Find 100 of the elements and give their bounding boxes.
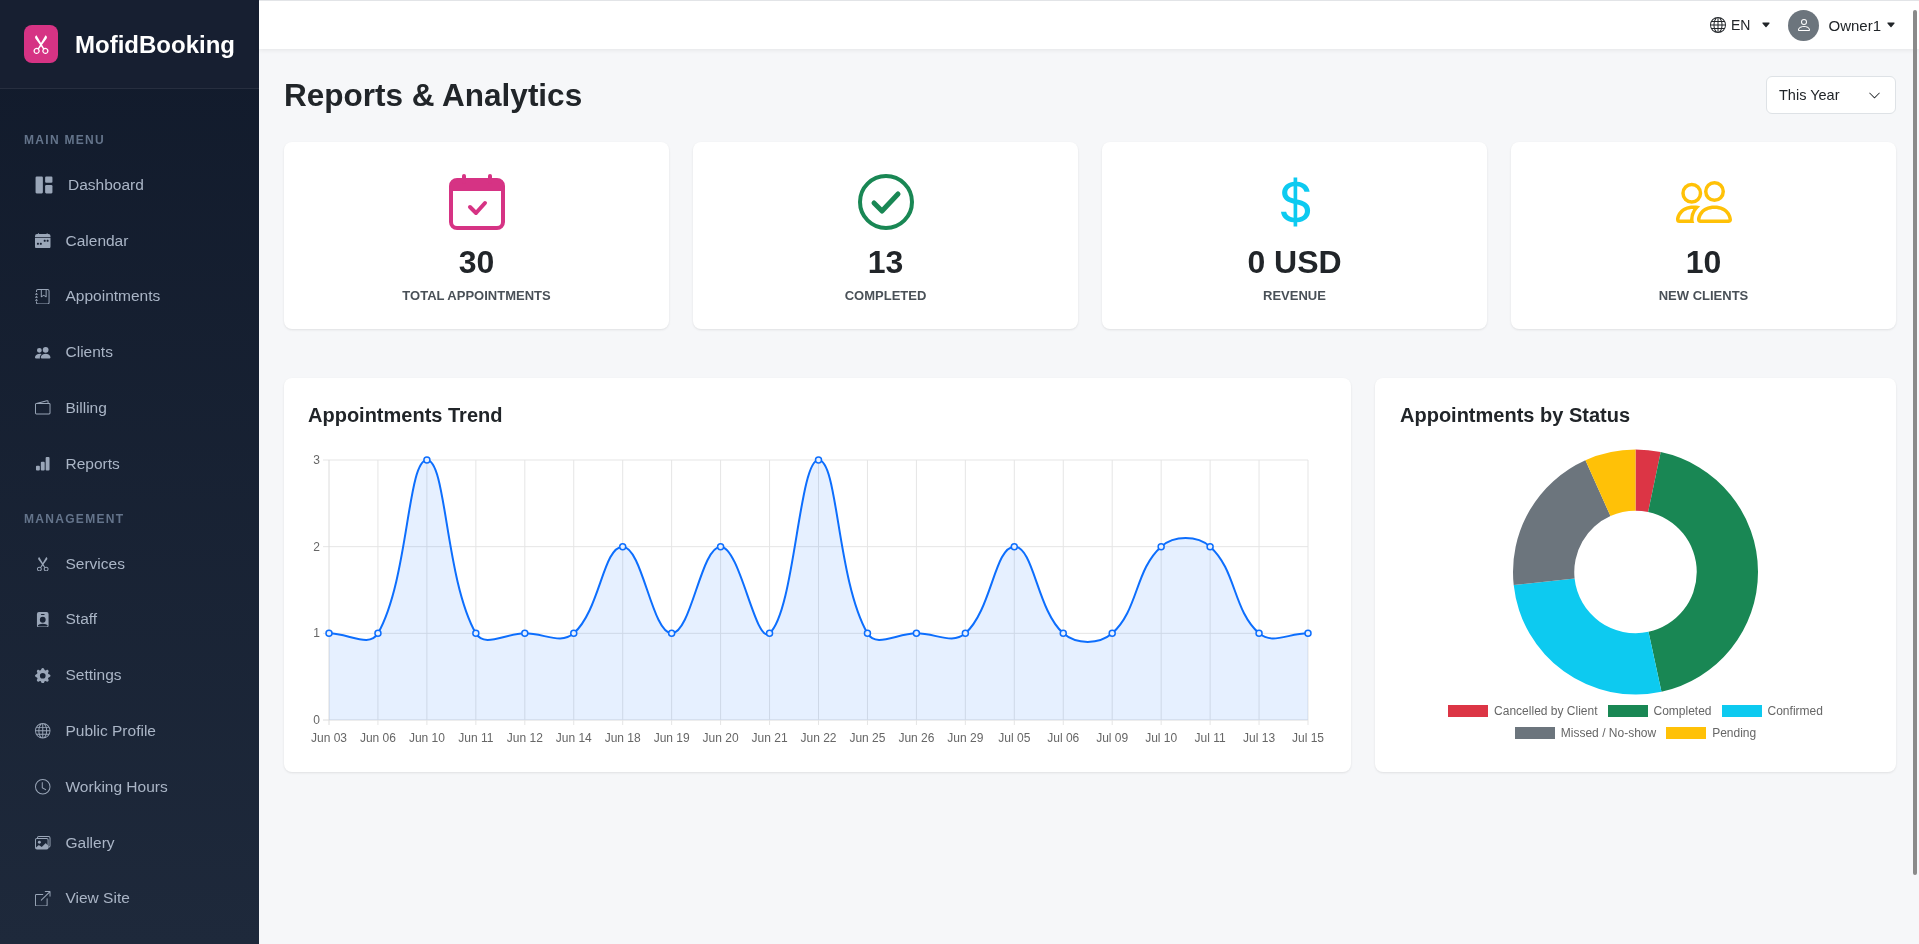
x-axis-tick-label: Jun 19 [653, 731, 690, 745]
legend-label: Missed / No-show [1560, 726, 1657, 740]
x-axis-tick-label: Jun 12 [506, 731, 543, 745]
data-point [814, 456, 823, 464]
language-dropdown[interactable]: EN [1710, 17, 1772, 33]
period-select[interactable]: This Year [1766, 76, 1896, 114]
sidebar-menu-item[interactable]: View Site [10, 870, 249, 927]
data-point [521, 629, 529, 638]
stat-value: 10 [1685, 243, 1722, 282]
legend-label: Cancelled by Client [1494, 704, 1598, 718]
x-axis-tick-label: Jul 05 [998, 731, 1031, 745]
x-axis-tick-label: Jul 11 [1194, 731, 1226, 745]
x-axis-tick-label: Jun 18 [604, 731, 641, 745]
data-point [1010, 542, 1019, 551]
sidebar-menu-item[interactable]: Gallery [10, 814, 249, 871]
sidebar-menu-item[interactable]: Billing [10, 380, 249, 436]
x-axis-tick-label: Jun 26 [898, 731, 935, 745]
user-menu[interactable]: Owner1 [1788, 9, 1896, 41]
x-axis-tick-label: Jun 21 [751, 731, 788, 745]
data-point [325, 629, 333, 638]
data-point [374, 629, 382, 638]
sidebar-menu-item[interactable]: Dashboard [10, 157, 249, 213]
y-axis-tick-label: 0 [313, 713, 320, 727]
scissors-icon [35, 555, 51, 572]
user-avatar-icon [1788, 9, 1820, 41]
scrollbar-thumb[interactable] [1913, 10, 1917, 875]
page-title: Reports & Analytics [284, 76, 583, 114]
x-axis-tick-label: Jul 06 [1047, 731, 1080, 745]
x-axis-tick-label: Jun 10 [408, 731, 445, 745]
clock-icon [35, 779, 51, 795]
menu-section-heading: MAIN MENU [23, 133, 107, 147]
y-axis-tick-label: 1 [313, 626, 320, 641]
stat-label: REVENUE [1263, 288, 1326, 304]
menu-section-heading: MANAGEMENT [23, 511, 126, 526]
x-axis-tick-label: Jul 10 [1145, 731, 1178, 745]
stat-value: 30 [458, 243, 495, 282]
check-circle-icon [857, 174, 914, 230]
sidebar-menu-item[interactable]: Appointments [10, 268, 249, 325]
data-point [1059, 629, 1067, 638]
sidebar-menu-item[interactable]: Staff [10, 591, 249, 648]
legend-label: Confirmed [1767, 704, 1823, 718]
stat-value: 0 USD [1247, 243, 1342, 282]
data-point [765, 629, 774, 638]
bar-chart-icon [35, 456, 51, 472]
data-point [667, 629, 676, 638]
x-axis-tick-label: Jun 25 [849, 731, 886, 745]
x-axis-tick-label: Jun 20 [702, 731, 739, 745]
x-axis-tick-label: Jun 22 [800, 731, 837, 745]
stat-label: COMPLETED [844, 288, 927, 304]
calendar-check-icon [448, 174, 505, 230]
people-icon [35, 344, 51, 361]
external-link-icon [35, 890, 51, 907]
data-point [570, 629, 578, 638]
sidebar-menu-item[interactable]: Working Hours [10, 758, 249, 815]
sidebar-menu-item[interactable]: Reports [10, 436, 249, 492]
caret-icon [1886, 20, 1896, 30]
y-axis-tick-label: 2 [313, 539, 320, 554]
x-axis-tick-label: Jul 15 [1292, 731, 1324, 745]
data-point [1304, 629, 1312, 638]
x-axis-tick-label: Jun 11 [458, 731, 494, 745]
data-point [863, 629, 872, 638]
id-badge-icon [35, 611, 51, 628]
legend-label: Pending [1712, 726, 1757, 740]
sidebar-menu-item[interactable]: Calendar [10, 212, 249, 269]
x-axis-tick-label: Jun 06 [359, 731, 396, 745]
x-axis-tick-label: Jun 29 [947, 731, 984, 745]
y-axis-tick-label: 3 [313, 453, 320, 467]
notebook-icon [35, 288, 51, 305]
settings-icon [35, 667, 51, 683]
x-axis-tick-label: Jun 03 [311, 731, 347, 745]
data-point [423, 456, 431, 464]
data-point [961, 629, 970, 638]
stat-value: 13 [867, 243, 904, 282]
caret-icon [1761, 20, 1772, 30]
scissors-logo-icon [24, 24, 59, 63]
x-axis-tick-label: Jul 09 [1096, 731, 1129, 745]
data-point [1255, 629, 1263, 638]
x-axis-tick-label: Jul 13 [1243, 731, 1276, 745]
stat-label: TOTAL APPOINTMENTS [402, 288, 551, 304]
calendar-icon [35, 232, 51, 249]
data-point [1206, 542, 1214, 551]
legend-label: Completed [1653, 704, 1712, 718]
globe-icon [35, 723, 51, 739]
data-point [912, 629, 921, 638]
chart-title: Appointments by Status [1400, 403, 1631, 427]
wallet-icon [35, 400, 51, 416]
globe-icon [1710, 17, 1726, 33]
data-point [1157, 542, 1165, 551]
images-icon [35, 834, 51, 851]
data-point [1108, 629, 1116, 638]
data-point [618, 542, 627, 551]
sidebar-menu-item[interactable]: Clients [10, 324, 249, 381]
sidebar-menu-item[interactable]: Settings [10, 647, 249, 704]
x-axis-tick-label: Jun 14 [555, 731, 592, 745]
sidebar-menu-item[interactable]: Public Profile [10, 703, 249, 759]
sidebar-menu-item[interactable]: Services [10, 535, 249, 592]
layout-blocks-icon [35, 175, 53, 194]
data-point [716, 542, 725, 551]
chart-title: Appointments Trend [308, 403, 504, 427]
stat-label: NEW CLIENTS [1658, 288, 1749, 304]
